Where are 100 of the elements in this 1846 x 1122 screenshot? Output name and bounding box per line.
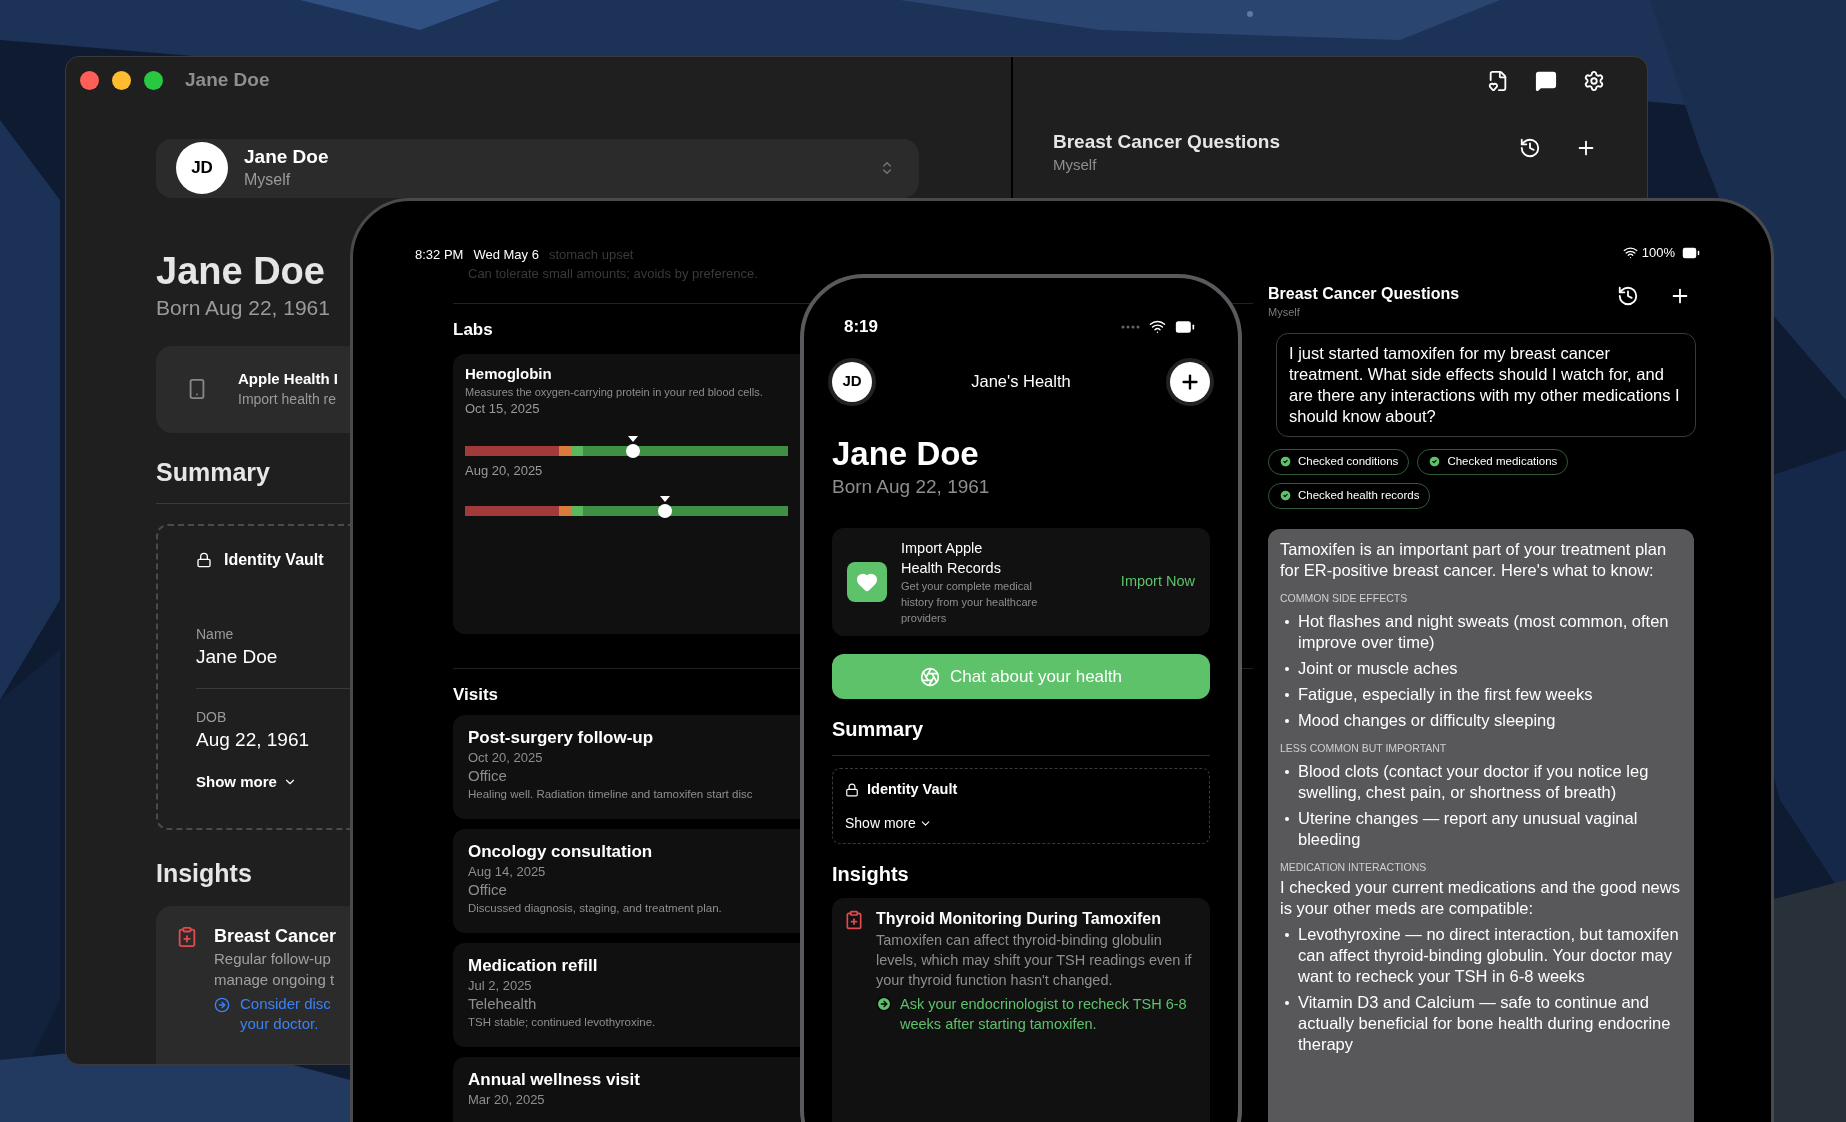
faded-text: stomach upset <box>548 246 634 264</box>
add-button[interactable] <box>1170 361 1210 402</box>
patient-name: Jane Doe <box>832 433 979 474</box>
chat-title: Breast Cancer Questions <box>1053 130 1281 154</box>
visit-type: Telehealth <box>468 994 537 1013</box>
bullet-text: Fatigue, especially in the first few weeks <box>1298 683 1593 705</box>
wifi-icon <box>1622 245 1638 261</box>
import-subtitle: Get your complete medical history from your healthcare providers <box>901 578 1039 626</box>
field-value: Jane Doe <box>196 644 278 669</box>
chat-subtitle: Myself <box>1053 155 1097 175</box>
section-label: MEDICATION INTERACTIONS <box>1280 859 1427 875</box>
insight-action[interactable]: Ask your endocrinologist to recheck TSH 6-8 weeks after starting tamoxifen. <box>900 993 1198 1034</box>
window-title: Jane Doe <box>185 68 270 92</box>
section-heading: Insights <box>832 861 909 887</box>
bullet-text: Mood changes or difficulty sleeping <box>1298 709 1556 731</box>
vault-title: Identity Vault <box>867 780 958 800</box>
check-icon <box>1279 489 1292 502</box>
message-text: Tamoxifen is an important part of your treatment plan for ER-positive breast cancer. Here's what to know: <box>1280 538 1668 581</box>
insight-action[interactable]: your doctor. <box>240 1013 319 1034</box>
show-more-button[interactable]: Show more <box>196 770 297 793</box>
signal-icon <box>1121 324 1141 329</box>
faded-text: Can tolerate small amounts; avoids by preference. <box>467 264 758 283</box>
visit-date: Oct 20, 2025 <box>468 748 543 767</box>
lab-date: Oct 15, 2025 <box>465 399 540 418</box>
bullet-icon <box>1285 666 1289 671</box>
settings-icon[interactable] <box>1583 70 1605 92</box>
visit-title: Annual wellness visit <box>468 1068 640 1091</box>
section-heading: Summary <box>832 717 924 743</box>
visit-date: Jul 2, 2025 <box>468 976 532 995</box>
chat-icon[interactable] <box>1535 70 1557 92</box>
bullet-icon <box>1285 692 1289 697</box>
field-value: Aug 22, 1961 <box>196 727 310 752</box>
field-label: Name <box>196 624 234 644</box>
document-icon[interactable] <box>1487 70 1509 92</box>
section-label: COMMON SIDE EFFECTS <box>1280 590 1408 606</box>
battery-percent: 100% <box>1641 244 1675 262</box>
bullet-text: Hot flashes and night sweats (most common, often improve over time) <box>1298 610 1670 653</box>
profile-card[interactable]: JD Jane Doe Myself <box>156 138 919 198</box>
birth-date: Born Aug 22, 1961 <box>832 474 990 499</box>
wifi-icon <box>1149 318 1166 336</box>
lab-description: Measures the oxygen-carrying protein in your red blood cells. <box>465 384 763 400</box>
import-card[interactable]: Apple Health I Import health re <box>156 345 350 433</box>
bullet-text: Blood clots (contact your doctor if you notice leg swelling, chest pain, or shortness of breath) <box>1298 760 1650 803</box>
bullet-text: Uterine changes — report any unusual vaginal bleeding <box>1298 807 1639 850</box>
section-label: LESS COMMON BUT IMPORTANT <box>1280 740 1447 756</box>
patient-name: Jane Doe <box>156 248 325 294</box>
visit-note: TSH stable; continued levothyroxine. <box>468 1014 656 1030</box>
visit-card[interactable]: Post-surgery follow-up Oct 20, 2025 Office Healing well. Radiation timeline and tamoxifen start disc <box>453 714 800 819</box>
visit-card[interactable]: Annual wellness visit Mar 20, 2025 <box>453 1056 800 1122</box>
import-title: Import Apple Health Records <box>901 538 1002 578</box>
bullet-icon <box>1285 816 1289 821</box>
chat-title: Breast Cancer Questions <box>1268 283 1460 304</box>
health-app-icon <box>847 561 887 602</box>
insight-title: Breast Cancer <box>214 924 337 948</box>
visit-title: Oncology consultation <box>468 840 653 863</box>
bullet-icon <box>1285 619 1289 624</box>
import-title: Apple Health I <box>238 369 338 389</box>
visit-title: Medication refill <box>468 954 598 977</box>
insight-text: Regular follow-up <box>214 948 331 969</box>
field-label: DOB <box>196 707 227 727</box>
visit-card[interactable]: Oncology consultation Aug 14, 2025 Office Discussed diagnosis, staging, and treatment plan. <box>453 828 800 933</box>
avatar: JD <box>176 142 228 194</box>
bullet-text: Levothyroxine — no direct interaction, but tamoxifen can affect thyroid-binding globulin. Your doctor may want to recheck your TSH in 6-8 weeks <box>1298 923 1680 987</box>
lock-icon <box>845 783 859 798</box>
close-button[interactable] <box>80 70 99 90</box>
profile-name: Jane Doe <box>244 145 329 169</box>
section-heading: Insights <box>156 857 252 889</box>
status-date: Wed May 6 <box>473 246 539 264</box>
check-icon <box>1428 455 1442 468</box>
visit-date: Aug 14, 2025 <box>468 862 546 881</box>
visit-card[interactable]: Medication refill Jul 2, 2025 Telehealth TSH stable; continued levothyroxine. <box>453 942 800 1047</box>
import-now-link[interactable]: Import Now <box>1120 570 1195 593</box>
zoom-button[interactable] <box>144 70 163 90</box>
visit-type: Office <box>468 766 507 785</box>
minimize-button[interactable] <box>112 70 131 90</box>
insight-action[interactable]: Consider disc <box>240 993 331 1014</box>
section-heading: Visits <box>453 683 499 706</box>
lab-date: Aug 20, 2025 <box>465 461 543 480</box>
visit-note: Healing well. Radiation timeline and tamoxifen start disc <box>468 786 753 802</box>
section-heading: Summary <box>156 456 270 488</box>
visit-type: Office <box>468 880 507 899</box>
lab-name: Hemoglobin <box>465 363 552 384</box>
insight-text: manage ongoing t <box>214 969 335 990</box>
bullet-text: Vitamin D3 and Calcium — safe to continue and actually beneficial for bone health during endocrine therapy <box>1298 991 1672 1055</box>
message-text: I checked your current medications and the good news is your other meds are compatible: <box>1280 876 1681 919</box>
bullet-icon <box>1285 932 1289 937</box>
status-time: 8:32 PM <box>415 246 464 264</box>
bullet-text: Joint or muscle aches <box>1298 657 1458 679</box>
visit-note: Discussed diagnosis, staging, and treatment plan. <box>468 900 722 916</box>
lock-icon <box>196 551 212 568</box>
avatar[interactable]: JD <box>832 361 872 402</box>
show-more-button[interactable]: Show more <box>845 813 932 835</box>
history-icon[interactable] <box>1617 284 1639 307</box>
import-subtitle: Import health re <box>238 390 337 409</box>
screen-title: Jane's Health <box>971 371 1071 393</box>
insight-text: Tamoxifen can affect thyroid-binding globulin levels, which may shift your TSH readings even if your thyroid function hasn't changed. <box>876 930 1193 990</box>
history-icon[interactable] <box>1519 137 1541 159</box>
status-time: 8:19 <box>844 316 879 338</box>
bullet-icon <box>1285 718 1289 723</box>
profile-relation: Myself <box>244 170 291 190</box>
